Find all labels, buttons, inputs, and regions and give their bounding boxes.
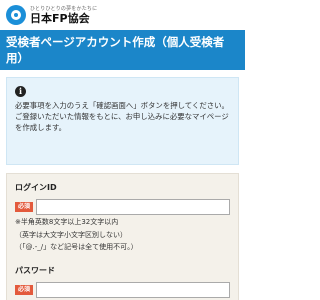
password-input[interactable] <box>36 281 230 298</box>
info-text-line-1: 必要事項を入力のうえ「確認画面へ」ボタンを押してください。 <box>15 101 229 110</box>
required-badge: 必須 <box>15 202 33 212</box>
logo-tagline: ひとりひとりの夢をかたちに <box>30 5 98 12</box>
password-row: 必須 <box>15 281 230 298</box>
login-id-help-2: （英字は大文字小文字区別しない） <box>15 230 127 239</box>
logo-text: ひとりひとりの夢をかたちに 日本FP協会 <box>30 5 98 25</box>
info-icon: i <box>15 86 26 97</box>
logo[interactable]: ひとりひとりの夢をかたちに 日本FP協会 <box>6 5 97 25</box>
logo-name: 日本FP協会 <box>30 11 90 25</box>
login-id-help-1: ※半角英数8文字以上32文字以内 <box>15 218 119 226</box>
required-badge: 必須 <box>15 284 33 295</box>
site-header: ひとりひとりの夢をかたちに 日本FP協会 <box>0 0 245 30</box>
account-form: ログインID 必須 ※半角英数8文字以上32文字以内 （英字は大文字小文字区別し… <box>6 173 239 300</box>
login-id-label: ログインID <box>15 183 57 192</box>
fp-logo-icon <box>6 5 26 25</box>
login-id-help-3: （「@.-_/」など記号は全て使用不可。） <box>15 243 138 251</box>
password-label: パスワード <box>15 265 55 275</box>
info-text-line-2: ご登録いただいた情報をもとに、お申し込みに必要なマイページを作成します。 <box>15 112 229 132</box>
info-box: i 必要事項を入力のうえ「確認画面へ」ボタンを押してください。 ご登録いただいた… <box>6 77 239 165</box>
login-id-input[interactable] <box>36 199 230 215</box>
page-title: 受検者ページアカウント作成（個人受検者用） <box>0 30 245 70</box>
login-id-row: 必須 <box>15 199 230 215</box>
